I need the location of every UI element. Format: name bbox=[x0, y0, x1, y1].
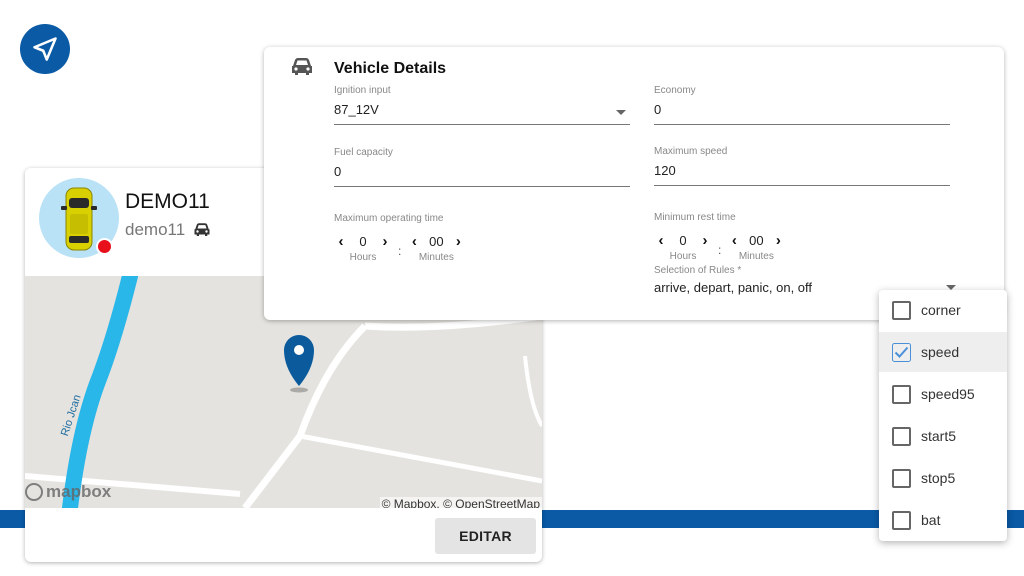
checkbox[interactable] bbox=[892, 468, 911, 488]
minutes-decrement-button[interactable]: ‹ bbox=[407, 233, 421, 250]
vehicle-details-panel: Vehicle Details Ignition input 87_12V Ec… bbox=[264, 47, 1004, 320]
ignition-input-label: Ignition input bbox=[334, 85, 391, 96]
minutes-decrement-button[interactable]: ‹ bbox=[727, 232, 741, 249]
fuel-capacity-value: 0 bbox=[334, 164, 342, 179]
rule-option-label: start5 bbox=[921, 428, 957, 444]
hours-value: 0 bbox=[359, 234, 367, 249]
min-rest-minutes: ‹ 00 › Minutes bbox=[727, 232, 785, 262]
economy-label: Economy bbox=[654, 85, 696, 96]
fuel-capacity-label: Fuel capacity bbox=[334, 147, 393, 158]
minutes-increment-button[interactable]: › bbox=[451, 233, 465, 250]
time-separator: : bbox=[398, 244, 402, 258]
checkbox-checked[interactable] bbox=[892, 342, 911, 362]
maximum-speed-field[interactable]: Maximum speed 120 bbox=[654, 146, 950, 186]
hours-increment-button[interactable]: › bbox=[378, 233, 392, 250]
maximum-speed-label: Maximum speed bbox=[654, 146, 728, 157]
hours-label: Hours bbox=[669, 251, 697, 262]
rule-option-label: stop5 bbox=[921, 470, 956, 486]
rule-option-bat[interactable]: bat bbox=[879, 500, 1007, 540]
checkbox[interactable] bbox=[892, 510, 911, 530]
min-rest-hours: ‹ 0 › Hours bbox=[654, 232, 712, 262]
edit-button[interactable]: EDITAR bbox=[435, 518, 536, 554]
mapbox-logo-text: mapbox bbox=[46, 482, 112, 501]
max-operating-minutes: ‹ 00 › Minutes bbox=[407, 233, 465, 263]
car-icon bbox=[292, 58, 312, 75]
rules-dropdown: corner speed speed95 start5 stop5 bat bbox=[879, 290, 1007, 541]
min-rest-time-label: Minimum rest time bbox=[654, 212, 736, 223]
vehicle-name: DEMO11 bbox=[125, 190, 210, 213]
ignition-input-select[interactable]: Ignition input 87_12V bbox=[334, 85, 630, 125]
checkbox[interactable] bbox=[892, 300, 911, 320]
max-operating-time-label: Maximum operating time bbox=[334, 213, 444, 224]
vehicle-plate: demo11 bbox=[125, 220, 211, 240]
rule-option-start5[interactable]: start5 bbox=[879, 416, 1007, 456]
rule-option-corner[interactable]: corner bbox=[879, 290, 1007, 330]
minutes-value: 00 bbox=[429, 234, 444, 249]
minutes-value: 00 bbox=[749, 233, 764, 248]
rule-option-stop5[interactable]: stop5 bbox=[879, 458, 1007, 498]
hours-decrement-button[interactable]: ‹ bbox=[334, 233, 348, 250]
economy-field[interactable]: Economy 0 bbox=[654, 85, 950, 125]
location-marker-icon bbox=[284, 335, 314, 393]
minutes-label: Minutes bbox=[418, 252, 454, 263]
chevron-down-icon bbox=[616, 110, 626, 115]
car-icon bbox=[194, 223, 210, 236]
min-rest-time: Minimum rest time ‹ 0 › Hours : ‹ 00 › M… bbox=[654, 212, 785, 262]
max-operating-hours: ‹ 0 › Hours bbox=[334, 233, 392, 263]
economy-value: 0 bbox=[654, 102, 662, 117]
rule-option-label: speed bbox=[921, 344, 960, 360]
checkbox[interactable] bbox=[892, 426, 911, 446]
max-operating-time: Maximum operating time ‹ 0 › Hours : ‹ 0… bbox=[334, 213, 465, 263]
rules-label: Selection of Rules * bbox=[654, 265, 742, 276]
checkbox[interactable] bbox=[892, 384, 911, 404]
vehicle-plate-text: demo11 bbox=[125, 220, 186, 239]
details-title: Vehicle Details bbox=[334, 60, 447, 77]
mapbox-logo[interactable]: mapbox bbox=[25, 482, 111, 502]
rule-option-label: speed95 bbox=[921, 386, 975, 402]
rule-option-label: bat bbox=[921, 512, 941, 528]
time-separator: : bbox=[718, 243, 722, 257]
rule-option-speed95[interactable]: speed95 bbox=[879, 374, 1007, 414]
hours-label: Hours bbox=[349, 252, 377, 263]
checkmark-icon bbox=[892, 342, 911, 362]
hours-increment-button[interactable]: › bbox=[698, 232, 712, 249]
minutes-increment-button[interactable]: › bbox=[771, 232, 785, 249]
maximum-speed-value: 120 bbox=[654, 163, 676, 178]
fuel-capacity-field[interactable]: Fuel capacity 0 bbox=[334, 147, 630, 187]
rule-option-label: corner bbox=[921, 302, 961, 318]
rule-option-speed[interactable]: speed bbox=[879, 332, 1007, 372]
status-dot bbox=[96, 238, 113, 255]
ignition-input-value: 87_12V bbox=[334, 102, 379, 117]
hours-decrement-button[interactable]: ‹ bbox=[654, 232, 668, 249]
hours-value: 0 bbox=[679, 233, 687, 248]
navigation-arrow-icon bbox=[33, 37, 57, 61]
mapbox-logo-icon bbox=[25, 483, 43, 501]
navigation-logo bbox=[20, 24, 70, 74]
minutes-label: Minutes bbox=[738, 251, 774, 262]
map-attribution[interactable]: © Mapbox, © OpenStreetMap bbox=[379, 497, 542, 508]
